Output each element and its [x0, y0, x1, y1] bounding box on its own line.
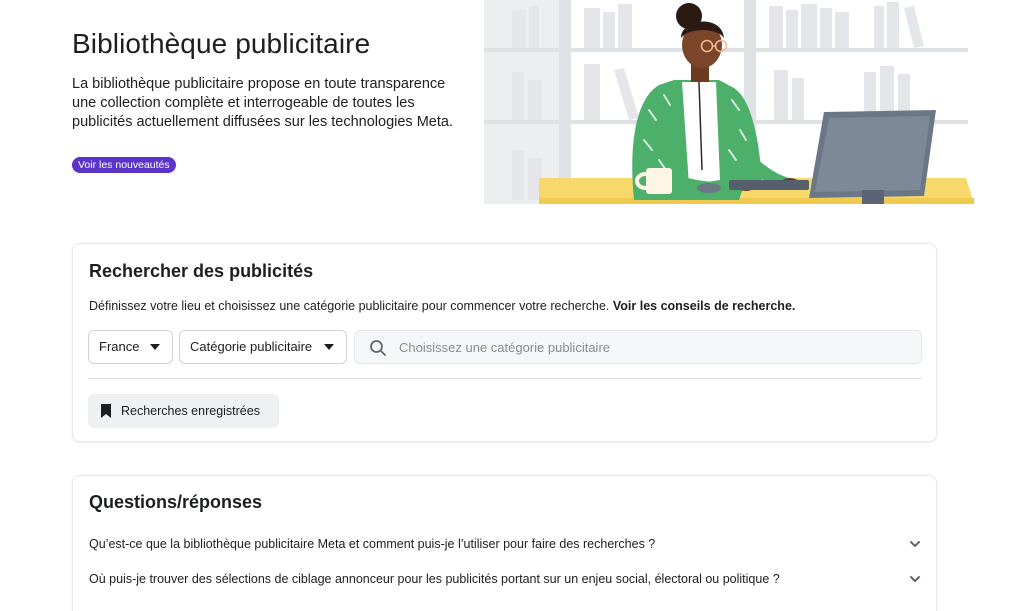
faq-item[interactable]: Qu’est-ce que la bibliothèque publicitai…	[89, 533, 923, 555]
search-section-title: Rechercher des publicités	[89, 261, 314, 281]
chevron-down-icon	[910, 541, 920, 547]
ad-category-dropdown-label: Catégorie publicitaire	[190, 339, 313, 354]
faq-question: Qu’est-ce que la bibliothèque publicitai…	[89, 537, 656, 551]
search-description-text: Définissez votre lieu et choisissez une …	[89, 299, 610, 313]
search-box	[354, 330, 922, 364]
bookmark-icon	[101, 404, 111, 418]
faq-card: Questions/réponses Qu’est-ce que la bibl…	[72, 475, 937, 611]
ad-category-dropdown[interactable]: Catégorie publicitaire	[179, 330, 347, 364]
caret-down-icon	[150, 344, 160, 350]
saved-searches-button[interactable]: Recherches enregistrées	[88, 394, 279, 428]
caret-down-icon	[324, 344, 334, 350]
hero-section: Bibliothèque publicitaire La bibliothèqu…	[0, 0, 1024, 210]
country-dropdown[interactable]: France	[88, 330, 173, 364]
search-tips-link[interactable]: Voir les conseils de recherche.	[613, 299, 796, 313]
search-description: Définissez votre lieu et choisissez une …	[89, 299, 795, 313]
faq-question: Où puis-je trouver des sélections de cib…	[89, 572, 780, 586]
hero-description: La bibliothèque publicitaire propose en …	[72, 76, 453, 130]
hero-illustration	[484, 0, 974, 204]
search-input[interactable]	[399, 331, 909, 363]
chevron-down-icon	[910, 576, 920, 582]
search-card: Rechercher des publicités Définissez vot…	[72, 243, 937, 442]
divider	[88, 378, 922, 379]
saved-searches-label: Recherches enregistrées	[121, 404, 260, 418]
faq-item[interactable]: Où puis-je trouver des sélections de cib…	[89, 568, 923, 590]
country-dropdown-label: France	[99, 339, 140, 354]
search-icon	[370, 340, 386, 356]
faq-section-title: Questions/réponses	[89, 492, 263, 512]
page-title: Bibliothèque publicitaire	[72, 28, 371, 59]
whats-new-badge[interactable]: Voir les nouveautés	[72, 157, 176, 173]
